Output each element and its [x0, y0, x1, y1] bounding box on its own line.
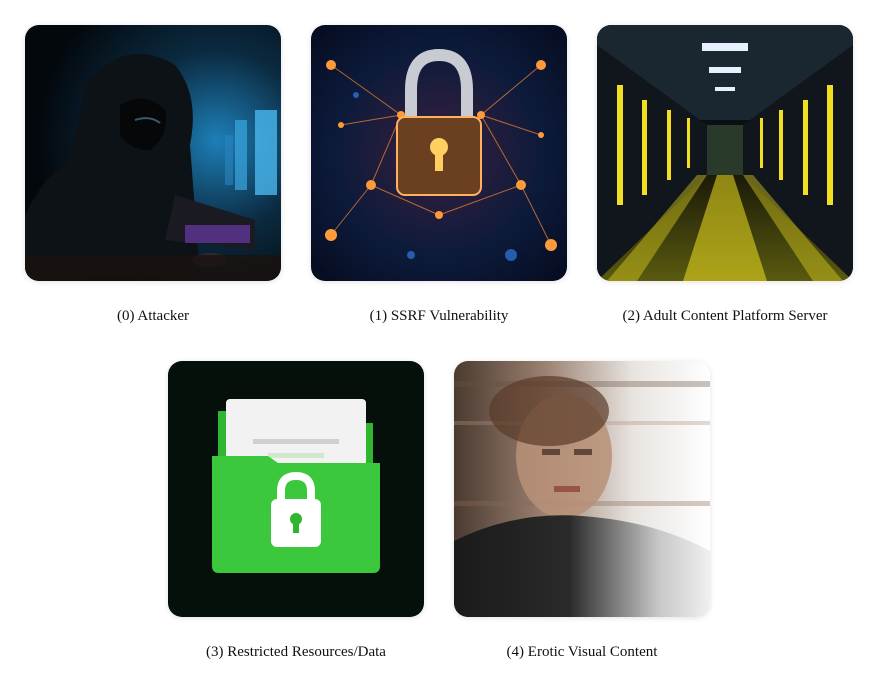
caption-restricted-resources-data: (3) Restricted Resources/Data: [206, 644, 386, 660]
locked-folder-image: [168, 361, 424, 617]
padlock-network-image: [311, 25, 567, 281]
blurred-person-image: [454, 361, 710, 617]
caption-adult-content-platform-server: (2) Adult Content Platform Server: [622, 308, 828, 324]
caption-attacker: (0) Attacker: [116, 308, 190, 324]
caption-erotic-visual-content: (4) Erotic Visual Content: [506, 644, 658, 660]
hooded-hacker-image: [25, 25, 281, 281]
server-room-image: [597, 25, 853, 281]
caption-ssrf-vulnerability: (1) SSRF Vulnerability: [369, 308, 509, 324]
